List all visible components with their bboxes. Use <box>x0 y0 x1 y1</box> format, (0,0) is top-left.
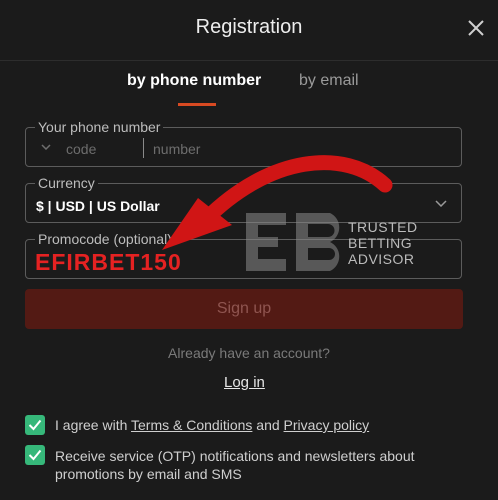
country-code-input[interactable]: code <box>66 141 96 157</box>
watermark-text: TRUSTED BETTING ADVISOR <box>348 219 418 267</box>
privacy-link[interactable]: Privacy policy <box>284 417 370 433</box>
terms-checkbox[interactable] <box>25 415 45 435</box>
phone-number-input[interactable]: number <box>153 141 200 157</box>
phone-separator <box>143 138 144 158</box>
dialog-title: Registration <box>195 16 303 38</box>
promocode-label: Promocode (optional) <box>35 231 175 247</box>
terms-agreement-text: I agree with Terms & Conditions and Priv… <box>55 417 369 433</box>
terms-link[interactable]: Terms & Conditions <box>131 417 252 433</box>
agree-prefix: I agree with <box>55 417 128 433</box>
currency-value: $ | USD | US Dollar <box>36 198 160 214</box>
checkmark-icon <box>28 419 42 431</box>
watermark-line-1: TRUSTED <box>348 219 418 235</box>
dialog-header: Registration <box>0 0 498 60</box>
close-icon[interactable] <box>466 18 486 38</box>
chevron-down-icon[interactable] <box>41 144 51 150</box>
watermark-line-3: ADVISOR <box>348 251 415 267</box>
active-tab-indicator <box>178 103 216 106</box>
watermark-line-2: BETTING <box>348 235 413 251</box>
registration-tabs: by phone number by email <box>0 62 498 106</box>
and-text: and <box>256 417 280 433</box>
phone-field-label: Your phone number <box>35 119 164 135</box>
otp-consent-text: Receive service (OTP) notifications and … <box>55 448 415 482</box>
phone-field[interactable]: Your phone number code number <box>25 119 462 167</box>
header-divider <box>0 60 498 61</box>
login-link[interactable]: Log in <box>224 374 265 391</box>
already-have-account-text: Already have an account? <box>168 345 330 361</box>
signup-button[interactable]: Sign up <box>25 289 463 329</box>
tab-phone[interactable]: by phone number <box>127 72 261 90</box>
tab-email[interactable]: by email <box>299 72 359 90</box>
currency-label: Currency <box>35 175 98 191</box>
otp-checkbox[interactable] <box>25 445 45 465</box>
checkmark-icon <box>28 449 42 461</box>
promocode-value: EFIRBET150 <box>35 249 182 275</box>
